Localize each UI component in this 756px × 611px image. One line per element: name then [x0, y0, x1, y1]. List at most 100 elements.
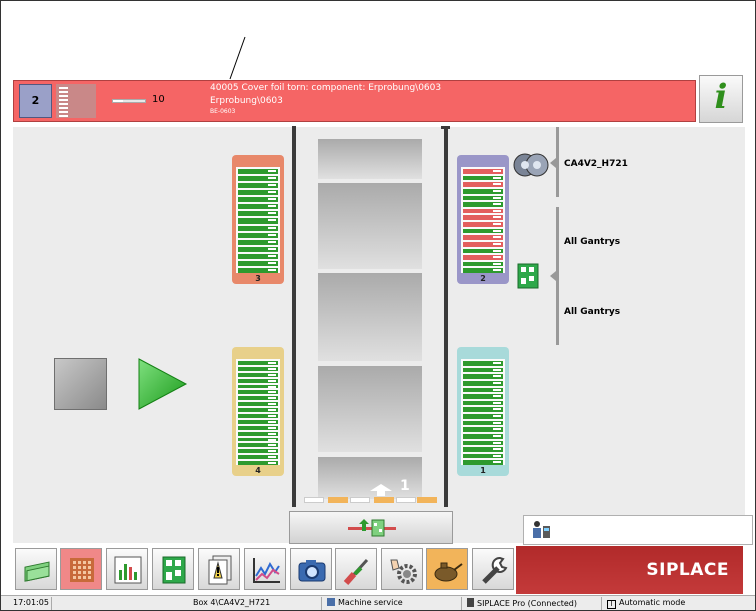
- feeder-slot: [463, 433, 503, 439]
- feeder-slot: [463, 380, 503, 386]
- feeder-slot: [463, 202, 503, 207]
- camera-button[interactable]: [290, 548, 332, 590]
- feeder-status-icon: [70, 558, 94, 582]
- pcb-board: [318, 366, 422, 452]
- feeder-slot: [463, 182, 503, 187]
- feeder-slot: [238, 461, 278, 465]
- trend-chart-icon: [253, 558, 280, 583]
- feeder-stripe: [59, 87, 68, 89]
- feeder-stripe: [59, 95, 68, 97]
- feeder-table-2[interactable]: 2: [457, 155, 509, 284]
- feeder-slot: [463, 169, 503, 174]
- server-icon: [467, 598, 474, 607]
- board-layout-button[interactable]: [152, 548, 194, 590]
- screwdriver-icon: [343, 558, 369, 585]
- feeder-stripe: [59, 103, 68, 105]
- alarm-message-bar[interactable]: 2 10 40005 Cover foil torn: component: E…: [13, 80, 696, 122]
- alarm-table-number: 2: [31, 94, 40, 107]
- feeder-slot: [238, 425, 278, 430]
- trend-chart-button[interactable]: [244, 548, 286, 590]
- board-transfer-icon: [348, 519, 396, 537]
- feeder-stripe: [59, 99, 68, 101]
- statistics-button[interactable]: [106, 548, 148, 590]
- feeder-slot: [463, 407, 503, 412]
- feeder-slot: [463, 400, 503, 406]
- alarm-table-indicator: 2: [19, 84, 52, 118]
- feeder-slot: [238, 396, 278, 401]
- feeder-slot: [463, 235, 503, 240]
- feeder-table-3[interactable]: 3: [232, 155, 284, 284]
- home-button[interactable]: [15, 548, 57, 590]
- statistics-icon: [114, 556, 142, 584]
- conveyor-transfer-button[interactable]: [289, 511, 453, 544]
- documents-button[interactable]: [198, 548, 240, 590]
- feeder-slot: [463, 188, 503, 194]
- feeder-slot: [238, 366, 278, 371]
- wrench-icon: [482, 556, 508, 584]
- feeder-slot: [238, 419, 278, 424]
- feeder-slot: [238, 176, 278, 182]
- feeder-slot: [238, 260, 278, 266]
- feeder-slot: [463, 440, 503, 446]
- transfer-status-bar: [304, 497, 437, 503]
- maintenance-button[interactable]: [426, 548, 468, 590]
- feeder-slot: [238, 437, 278, 442]
- status-operation-label: Automatic mode: [619, 598, 686, 607]
- siplace-station-view: 2 10 40005 Cover foil torn: component: E…: [0, 0, 756, 611]
- feeder-slot: [238, 204, 278, 210]
- feeder-slot: [238, 239, 278, 245]
- feeder-slot: [463, 215, 503, 220]
- table-number: 2: [480, 274, 486, 283]
- settings-gear-icon: [390, 559, 417, 584]
- alarm-message-component: Erprobung\0603: [210, 96, 283, 106]
- feeder-slot: [463, 447, 503, 452]
- feeder-slots: [461, 359, 505, 465]
- feeder-slot: [238, 232, 278, 238]
- feeder-slot: [463, 248, 503, 254]
- operator-status-panel[interactable]: [523, 515, 753, 545]
- feeder-slot: [463, 208, 503, 214]
- info-icon: i: [714, 77, 728, 117]
- feeder-slot: [463, 420, 503, 426]
- status-line-path: Box 4\CA4V2_H721: [193, 598, 271, 607]
- pcb-board: [318, 273, 422, 361]
- feeder-slot: [463, 387, 503, 393]
- feeder-count: 10: [152, 94, 165, 105]
- pcb-board: [318, 139, 422, 179]
- status-connection: SIPLACE Pro (Connected): [467, 598, 577, 610]
- start-play-icon[interactable]: [138, 357, 188, 410]
- feeder-slot: [238, 408, 278, 412]
- feeder-stripe: [59, 111, 68, 113]
- conveyor-rail-left: [292, 126, 296, 507]
- feeder-slot: [238, 190, 278, 196]
- camera-icon: [298, 560, 326, 582]
- status-divider: [51, 597, 52, 610]
- station-overview: 3 2 4 1 1 CA4V2_H721 All Gantrys All Gan…: [13, 126, 753, 545]
- feeder-slot: [238, 169, 278, 175]
- feeder-table-1[interactable]: 1: [457, 347, 509, 476]
- feeder-fill-gauge: [112, 99, 146, 103]
- home-icon: [24, 561, 50, 582]
- status-operation: I Automatic mode: [607, 598, 686, 610]
- documents-icon: [208, 555, 232, 585]
- stop-button[interactable]: [54, 358, 107, 410]
- feeder-slot: [238, 402, 278, 407]
- feeder-status-button[interactable]: [60, 548, 102, 590]
- feeder-slot: [238, 253, 278, 259]
- conveyor-rail-right: [444, 126, 448, 507]
- status-divider: [461, 597, 462, 610]
- service-button[interactable]: [472, 548, 514, 590]
- user-icon: [327, 598, 335, 606]
- feeder-table-4[interactable]: 4: [232, 347, 284, 476]
- feeder-slot: [463, 361, 503, 366]
- feeder-slot: [238, 378, 278, 383]
- table-number: 3: [255, 274, 261, 283]
- brand-logo: SIPLACE: [646, 560, 729, 580]
- settings-button[interactable]: [381, 548, 423, 590]
- feeder-slot: [238, 197, 278, 203]
- feeder-slot: [238, 414, 278, 418]
- screwdriver-button[interactable]: [335, 548, 377, 590]
- status-divider: [321, 597, 322, 610]
- table-number: 1: [480, 466, 486, 475]
- info-button[interactable]: i: [699, 75, 743, 123]
